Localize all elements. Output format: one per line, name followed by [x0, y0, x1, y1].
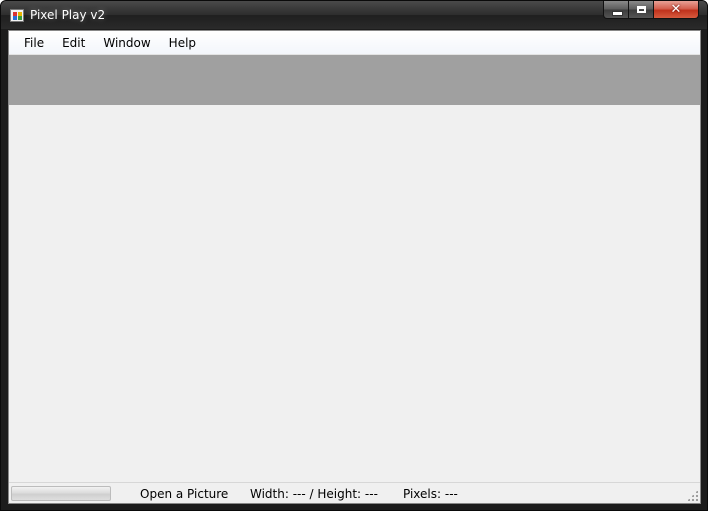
caption-buttons: ✕	[603, 1, 699, 20]
minimize-button[interactable]	[603, 1, 629, 19]
app-icon[interactable]	[10, 9, 24, 22]
picture-area[interactable]	[9, 105, 700, 482]
menu-edit[interactable]: Edit	[53, 33, 94, 53]
maximize-icon	[637, 6, 646, 13]
resize-grip-icon[interactable]	[687, 490, 698, 501]
close-button[interactable]: ✕	[654, 1, 699, 19]
status-dimensions: Width: --- / Height: ---	[250, 487, 378, 501]
status-bar: Open a Picture Width: --- / Height: --- …	[9, 482, 700, 503]
progress-bar	[11, 486, 111, 501]
close-icon: ✕	[670, 2, 682, 17]
title-bar[interactable]: Pixel Play v2 ✕	[1, 1, 707, 29]
maximize-button[interactable]	[629, 1, 654, 19]
menu-file[interactable]: File	[15, 33, 53, 53]
menu-window[interactable]: Window	[94, 33, 159, 53]
menu-bar: File Edit Window Help	[9, 31, 700, 55]
status-pixels: Pixels: ---	[403, 487, 458, 501]
status-message: Open a Picture	[140, 487, 229, 501]
toolbar-panel	[9, 55, 700, 105]
window-title: Pixel Play v2	[30, 8, 106, 22]
client-area: File Edit Window Help Open a Picture Wid…	[8, 30, 701, 504]
main-window: Pixel Play v2 ✕ File Edit Window Help Op…	[0, 0, 708, 511]
menu-help[interactable]: Help	[160, 33, 205, 53]
minimize-icon	[612, 11, 623, 16]
